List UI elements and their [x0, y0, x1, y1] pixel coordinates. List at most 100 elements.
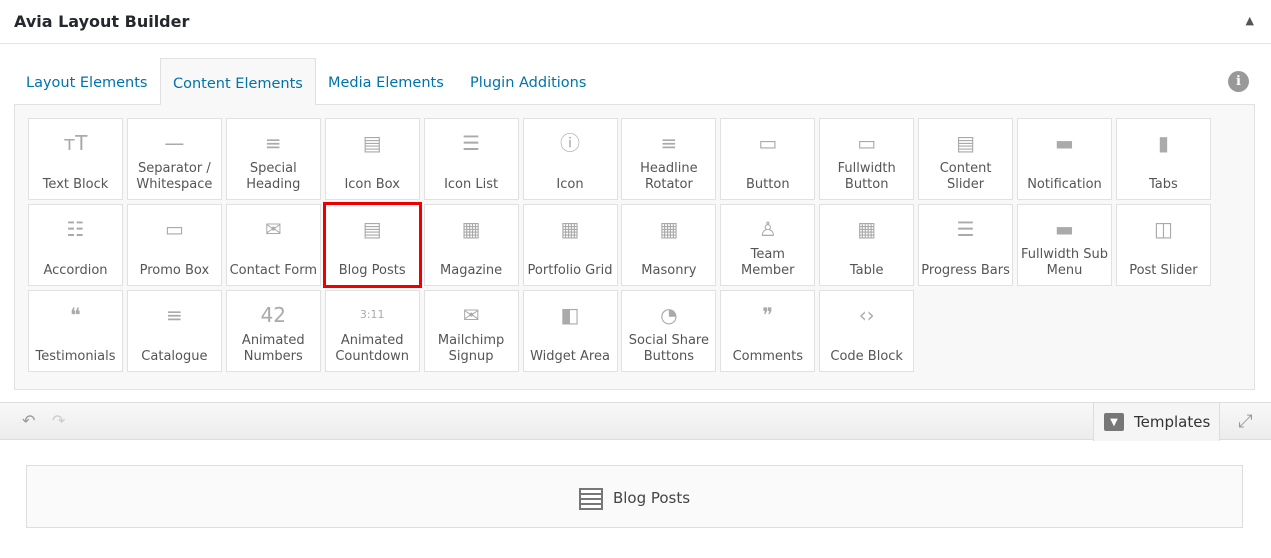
widget-area-icon: ◧	[560, 303, 580, 327]
tabs-icon: ▮	[1157, 131, 1169, 155]
element-label: Special Heading	[246, 161, 301, 192]
element-label: Tabs	[1149, 177, 1178, 192]
element-label: Notification	[1027, 177, 1102, 192]
animated-countdown-icon: 3:11	[359, 308, 385, 321]
templates-button[interactable]: ▼ Templates	[1093, 403, 1219, 441]
tab-content-elements[interactable]: Content Elements	[160, 58, 316, 105]
element-notification[interactable]: ▬ Notification	[1017, 118, 1112, 200]
element-separator-whitespace[interactable]: — Separator / Whitespace	[126, 118, 222, 200]
element-fullwidth-button[interactable]: ▭ Fullwidth Button	[819, 118, 915, 200]
element-special-heading[interactable]: ≡ Special Heading	[225, 118, 321, 200]
element-label: Animated Numbers	[241, 333, 305, 364]
element-label: Contact Form	[229, 263, 318, 278]
builder-toolbar: ↶ ↷ ▼ Templates ⤢	[0, 402, 1271, 441]
promo-box-icon: ▭	[164, 217, 184, 241]
progress-bars-icon: ☰	[956, 217, 975, 241]
notification-icon: ▬	[1055, 131, 1074, 155]
tab-plugin-additions[interactable]: Plugin Additions	[458, 58, 598, 105]
info-icon[interactable]: i	[1228, 71, 1249, 92]
portfolio-grid-icon: ▦	[560, 217, 580, 241]
blog-posts-icon: ▤	[362, 217, 382, 241]
icon-list-icon: ☰	[462, 131, 481, 155]
fullwidth-sub-menu-icon: ▬	[1055, 217, 1074, 241]
tab-layout-elements[interactable]: Layout Elements	[14, 58, 160, 105]
element-label: Fullwidth Sub Menu	[1021, 247, 1108, 278]
element-icon[interactable]: ⓘ Icon	[522, 118, 618, 200]
element-comments[interactable]: ❞ Comments	[720, 290, 816, 372]
element-label: Portfolio Grid	[527, 263, 613, 278]
element-icon-list[interactable]: ☰ Icon List	[423, 118, 519, 200]
tab-media-elements[interactable]: Media Elements	[316, 58, 456, 105]
element-label: Separator / Whitespace	[136, 161, 213, 192]
special-heading-icon: ≡	[264, 131, 282, 155]
icon-icon: ⓘ	[560, 131, 580, 155]
element-mailchimp-signup[interactable]: ✉ Mailchimp Signup	[423, 290, 519, 372]
element-button[interactable]: ▭ Button	[720, 118, 816, 200]
element-icon-box[interactable]: ▤ Icon Box	[324, 118, 420, 200]
canvas-element-blog-posts[interactable]: Blog Posts	[26, 465, 1243, 528]
element-tabs[interactable]: ▮ Tabs	[1115, 118, 1211, 200]
element-label: Icon	[556, 177, 584, 192]
collapse-toggle-icon[interactable]: ▲	[1246, 14, 1254, 27]
element-label: Widget Area	[530, 349, 610, 364]
element-animated-countdown[interactable]: 3:11 Animated Countdown	[324, 290, 420, 372]
builder-header: Avia Layout Builder ▲	[0, 0, 1271, 44]
element-contact-form[interactable]: ✉ Contact Form	[225, 204, 321, 286]
catalogue-icon: ≡	[166, 303, 183, 327]
fullscreen-icon[interactable]: ⤢	[1219, 403, 1271, 441]
headline-rotator-icon: ≡	[660, 131, 678, 155]
animated-numbers-icon: 42	[260, 303, 287, 327]
element-label: Button	[746, 177, 790, 192]
element-label: Accordion	[43, 263, 108, 278]
element-animated-numbers[interactable]: 42 Animated Numbers	[225, 290, 321, 372]
templates-label: Templates	[1134, 413, 1211, 431]
element-label: Mailchimp Signup	[437, 333, 505, 364]
testimonials-icon: ❝	[70, 303, 81, 327]
element-blog-posts[interactable]: ▤ Blog Posts	[322, 202, 422, 288]
element-testimonials[interactable]: ❝ Testimonials	[28, 290, 123, 372]
element-content-slider[interactable]: ▤ Content Slider	[918, 118, 1014, 200]
element-table[interactable]: ▦ Table	[819, 204, 915, 286]
element-text-block[interactable]: тT Text Block	[28, 118, 123, 200]
element-widget-area[interactable]: ◧ Widget Area	[522, 290, 618, 372]
element-label: Magazine	[440, 263, 503, 278]
element-post-slider[interactable]: ◫ Post Slider	[1115, 204, 1211, 286]
element-label: Social Share Buttons	[628, 333, 709, 364]
element-portfolio-grid[interactable]: ▦ Portfolio Grid	[522, 204, 618, 286]
element-catalogue[interactable]: ≡ Catalogue	[126, 290, 222, 372]
element-code-block[interactable]: ‹› Code Block	[819, 290, 915, 372]
element-accordion[interactable]: ☷ Accordion	[28, 204, 123, 286]
builder-title: Avia Layout Builder	[14, 12, 190, 31]
templates-icon: ▼	[1104, 413, 1124, 431]
element-masonry[interactable]: ▦ Masonry	[621, 204, 717, 286]
element-label: Headline Rotator	[640, 161, 698, 192]
element-label: Catalogue	[141, 349, 208, 364]
contact-form-icon: ✉	[264, 217, 282, 241]
redo-icon[interactable]: ↷	[52, 411, 65, 430]
table-icon: ▦	[857, 217, 877, 241]
element-label: Fullwidth Button	[837, 161, 896, 192]
fullwidth-button-icon: ▭	[857, 131, 877, 155]
element-team-member[interactable]: ♙ Team Member	[720, 204, 816, 286]
content-slider-icon: ▤	[956, 131, 976, 155]
element-label: Testimonials	[35, 349, 116, 364]
element-promo-box[interactable]: ▭ Promo Box	[126, 204, 222, 286]
element-label: Post Slider	[1129, 263, 1198, 278]
undo-icon[interactable]: ↶	[22, 411, 35, 430]
element-progress-bars[interactable]: ☰ Progress Bars	[918, 204, 1014, 286]
comments-icon: ❞	[762, 303, 774, 327]
text-block-icon: тT	[63, 131, 88, 155]
canvas-element-label: Blog Posts	[612, 489, 691, 507]
masonry-icon: ▦	[659, 217, 679, 241]
icon-box-icon: ▤	[362, 131, 382, 155]
team-member-icon: ♙	[758, 217, 777, 241]
element-label: Progress Bars	[921, 263, 1010, 278]
element-label: Content Slider	[939, 161, 992, 192]
element-label: Icon Box	[344, 177, 400, 192]
social-share-buttons-icon: ◔	[660, 303, 678, 327]
element-fullwidth-sub-menu[interactable]: ▬ Fullwidth Sub Menu	[1017, 204, 1112, 286]
element-headline-rotator[interactable]: ≡ Headline Rotator	[621, 118, 717, 200]
element-social-share-buttons[interactable]: ◔ Social Share Buttons	[621, 290, 717, 372]
element-magazine[interactable]: ▦ Magazine	[423, 204, 519, 286]
element-label: Blog Posts	[338, 263, 406, 278]
